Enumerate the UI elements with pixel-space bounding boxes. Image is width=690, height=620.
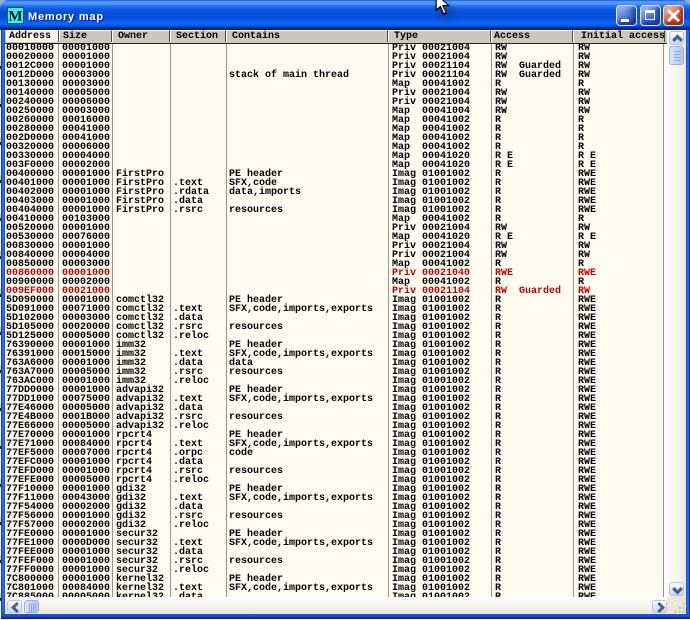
svg-text:M: M [8,9,22,25]
